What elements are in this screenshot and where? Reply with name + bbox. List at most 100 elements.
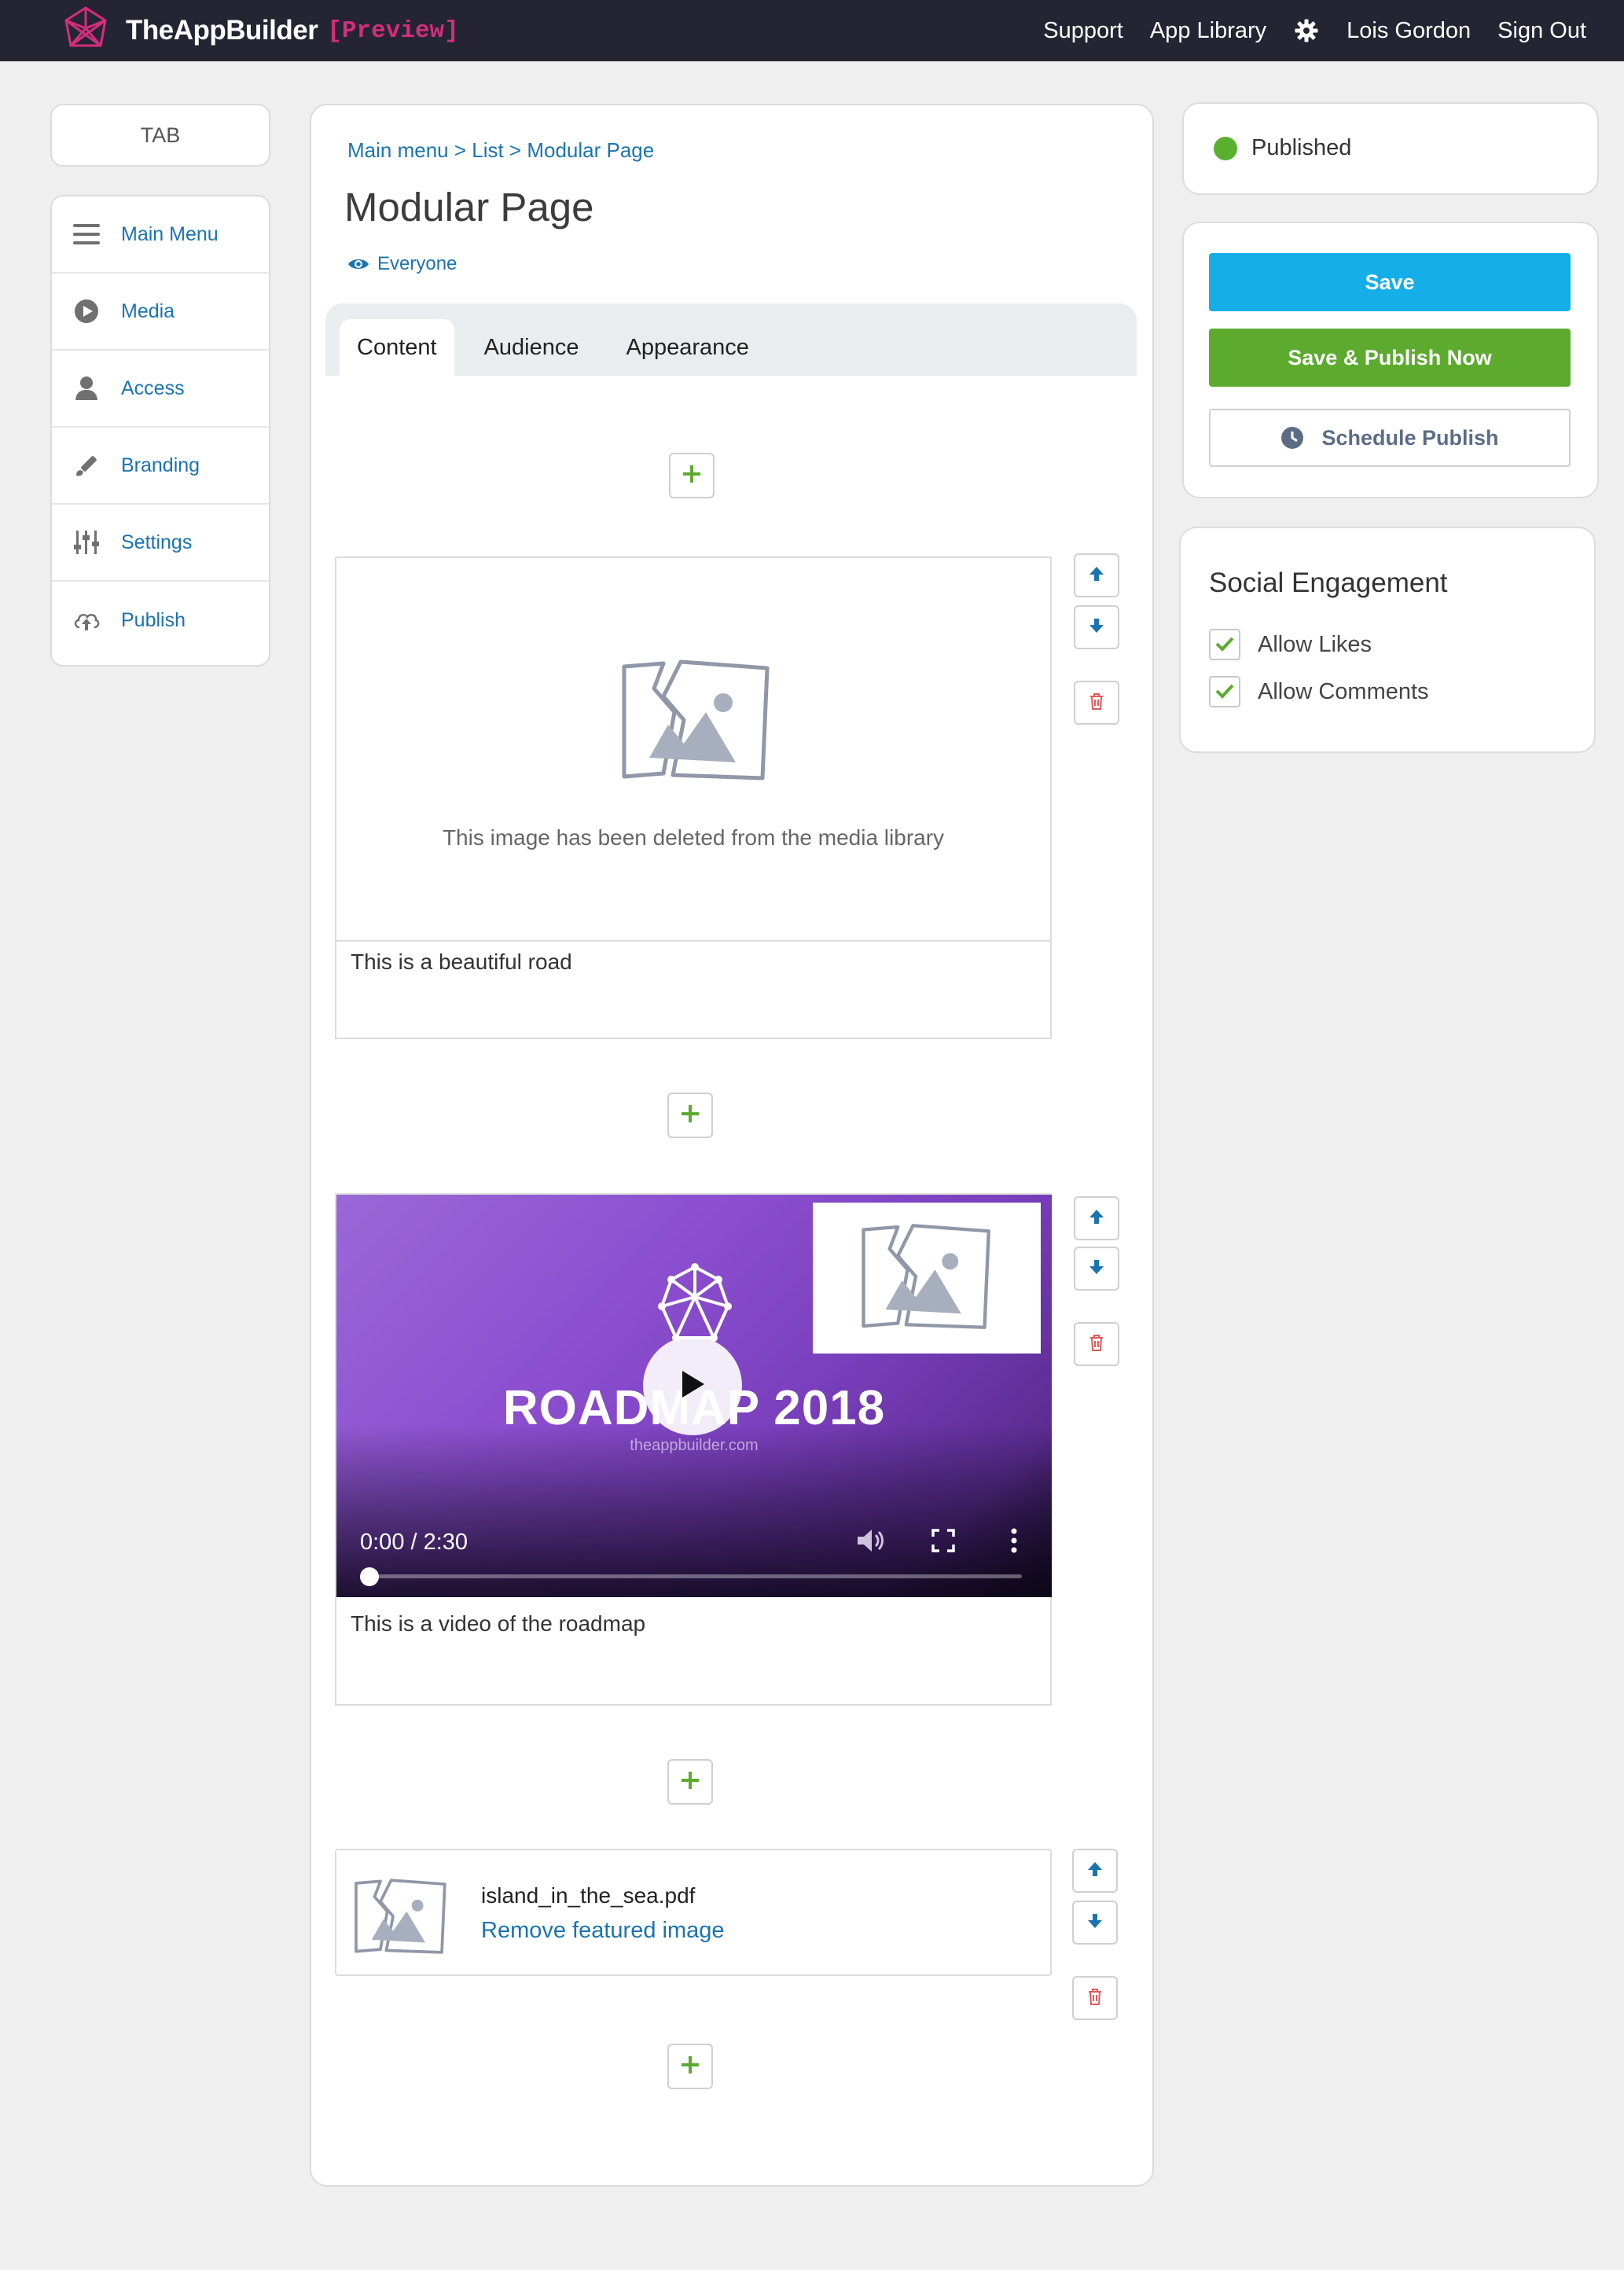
sidebar-item-branding[interactable]: Branding	[52, 428, 269, 505]
video-time: 0:00 / 2:30	[360, 1530, 468, 1555]
add-module-button[interactable]	[667, 2044, 713, 2089]
video-module-card: ROADMAP 2018 theappbuilder.com 0:00 / 2:…	[335, 1193, 1052, 1706]
broken-image-icon	[352, 1877, 450, 1960]
page-title: Modular Page	[344, 185, 594, 230]
sidebar-item-media[interactable]: Media	[52, 274, 269, 351]
more-options-icon[interactable]	[998, 1525, 1030, 1556]
delete-module-button[interactable]	[1074, 1322, 1119, 1366]
brand[interactable]: TheAppBuilder [Preview]	[61, 5, 459, 57]
allow-likes-checkbox[interactable]	[1209, 629, 1240, 660]
check-icon	[1215, 632, 1234, 658]
delete-module-button[interactable]	[1074, 681, 1119, 725]
publish-status-label: Published	[1251, 135, 1352, 160]
move-down-button[interactable]	[1072, 1901, 1118, 1945]
trash-icon	[1088, 692, 1105, 714]
allow-comments-label: Allow Comments	[1258, 678, 1429, 704]
social-engagement-box: Social Engagement Allow Likes Allow Comm…	[1179, 527, 1596, 753]
tab-appearance[interactable]: Appearance	[609, 319, 766, 376]
sidebar-item-label: Access	[121, 376, 185, 399]
sidebar-item-label: Media	[121, 299, 175, 322]
remove-featured-image-link[interactable]: Remove featured image	[481, 1918, 725, 1944]
sidebar-item-access[interactable]: Access	[52, 351, 269, 428]
sliders-icon	[71, 527, 102, 558]
plus-icon	[681, 1104, 700, 1127]
gear-icon[interactable]	[1293, 17, 1320, 44]
sidebar-item-label: Main Menu	[121, 222, 219, 245]
tabs-bar: Content Audience Appearance	[325, 303, 1137, 376]
broken-image-icon	[618, 657, 775, 787]
video-progress-track[interactable]	[366, 1574, 1022, 1578]
sidebar-item-label: Settings	[121, 531, 193, 553]
sidebar-menu: Main Menu Media Access Branding Settings…	[50, 195, 270, 667]
save-button[interactable]: Save	[1209, 253, 1571, 311]
cloud-upload-icon	[71, 604, 102, 636]
tab-type-label: TAB	[140, 123, 181, 147]
video-player[interactable]: ROADMAP 2018 theappbuilder.com 0:00 / 2:…	[336, 1195, 1052, 1597]
paintbrush-icon	[71, 450, 102, 481]
publish-actions-box: Save Save & Publish Now Schedule Publish	[1182, 222, 1599, 498]
sidebar-item-label: Publish	[121, 608, 186, 631]
move-up-button[interactable]	[1072, 1849, 1118, 1893]
move-up-button[interactable]	[1074, 1196, 1119, 1240]
plus-icon	[681, 1771, 700, 1794]
allow-comments-checkbox[interactable]	[1209, 676, 1240, 707]
add-module-button[interactable]	[667, 1759, 713, 1805]
schedule-publish-label: Schedule Publish	[1321, 425, 1499, 450]
top-navigation-bar: TheAppBuilder [Preview] Support App Libr…	[0, 0, 1624, 61]
social-engagement-title: Social Engagement	[1209, 568, 1448, 598]
tab-audience[interactable]: Audience	[467, 319, 597, 376]
arrow-down-icon	[1088, 617, 1105, 638]
top-nav-links: Support App Library Lois Gordon Sign Out	[1016, 0, 1586, 61]
support-link[interactable]: Support	[1043, 18, 1123, 44]
tab-content[interactable]: Content	[340, 319, 454, 376]
clock-icon	[1280, 426, 1304, 450]
audience-label: Everyone	[377, 253, 457, 274]
video-progress-knob[interactable]	[360, 1567, 379, 1586]
move-down-button[interactable]	[1074, 605, 1119, 649]
image-deleted-message: This image has been deleted from the med…	[442, 825, 945, 850]
app-library-link[interactable]: App Library	[1150, 18, 1266, 44]
move-up-button[interactable]	[1074, 553, 1119, 597]
arrow-down-icon	[1086, 1912, 1104, 1934]
image-caption[interactable]: This is a beautiful road	[351, 950, 572, 975]
fullscreen-icon[interactable]	[928, 1525, 959, 1556]
allow-likes-option[interactable]: Allow Likes	[1209, 629, 1372, 660]
add-module-button[interactable]	[667, 1093, 713, 1138]
check-icon	[1215, 679, 1234, 705]
main-content-panel: Main menu > List > Modular Page Modular …	[310, 104, 1154, 2187]
play-circle-icon	[71, 296, 102, 327]
sidebar-item-main-menu[interactable]: Main Menu	[52, 197, 269, 274]
allow-comments-option[interactable]: Allow Comments	[1209, 676, 1429, 707]
volume-icon[interactable]	[855, 1525, 887, 1556]
user-icon	[71, 373, 102, 404]
play-button[interactable]	[643, 1336, 742, 1435]
save-publish-now-button[interactable]: Save & Publish Now	[1209, 329, 1571, 387]
video-thumbnail[interactable]	[813, 1203, 1041, 1354]
caption-divider	[336, 940, 1050, 942]
publish-status-box: Published	[1182, 102, 1599, 195]
brand-name: TheAppBuilder	[126, 15, 318, 46]
user-name-link[interactable]: Lois Gordon	[1347, 18, 1471, 44]
audience-indicator[interactable]: Everyone	[347, 253, 457, 275]
delete-module-button[interactable]	[1072, 1976, 1118, 2020]
sign-out-link[interactable]: Sign Out	[1497, 18, 1586, 44]
move-down-button[interactable]	[1074, 1247, 1119, 1291]
video-url-overlay: theappbuilder.com	[630, 1437, 759, 1454]
schedule-publish-button[interactable]: Schedule Publish	[1209, 409, 1571, 467]
arrow-down-icon	[1088, 1258, 1105, 1280]
status-dot-icon	[1214, 136, 1237, 160]
breadcrumb[interactable]: Main menu > List > Modular Page	[347, 138, 654, 163]
broken-image-icon	[858, 1221, 996, 1335]
trash-icon	[1086, 1987, 1104, 2010]
arrow-up-icon	[1088, 1208, 1105, 1229]
brand-logo-icon	[61, 5, 110, 57]
sidebar-item-settings[interactable]: Settings	[52, 505, 269, 582]
video-caption[interactable]: This is a video of the roadmap	[351, 1611, 645, 1636]
file-name: island_in_the_sea.pdf	[481, 1883, 696, 1908]
add-module-button[interactable]	[669, 453, 715, 498]
allow-likes-label: Allow Likes	[1258, 631, 1372, 657]
sidebar-item-publish[interactable]: Publish	[52, 582, 269, 659]
plus-icon	[681, 2055, 700, 2078]
plus-icon	[682, 465, 701, 487]
tab-type-box[interactable]: TAB	[50, 104, 270, 167]
